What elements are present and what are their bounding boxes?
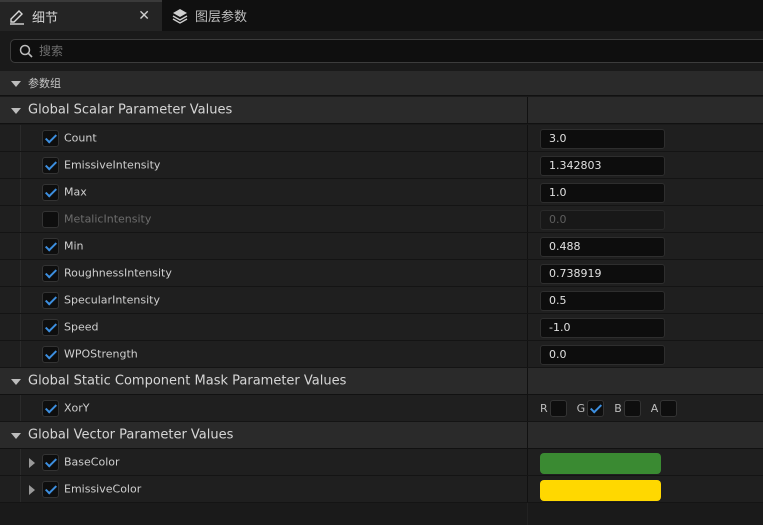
param-enable-checkbox[interactable] <box>42 291 59 309</box>
search-icon <box>19 44 33 58</box>
param-row-max: Max 1.0 <box>0 179 763 206</box>
param-row-metalic-intensity: MetalicIntensity 0.0 <box>0 206 763 233</box>
tab-details-label: 细节 <box>32 11 59 26</box>
category-scalar-label: Global Scalar Parameter Values <box>28 102 233 118</box>
param-row-speed: Speed -1.0 <box>0 314 763 341</box>
category-vector-label: Global Vector Parameter Values <box>28 427 234 443</box>
param-enable-checkbox[interactable] <box>42 210 59 228</box>
param-name: Count <box>64 131 97 145</box>
channel-g[interactable]: G <box>576 399 605 417</box>
param-row-min: Min 0.488 <box>0 233 763 260</box>
param-value-input[interactable]: 0.488 <box>540 236 665 257</box>
category-component-mask[interactable]: Global Static Component Mask Parameter V… <box>0 368 763 395</box>
empty-area <box>0 503 763 525</box>
color-swatch[interactable] <box>540 479 661 501</box>
param-value-input[interactable]: 0.738919 <box>540 263 665 284</box>
channel-b[interactable]: B <box>614 399 641 417</box>
param-enable-checkbox[interactable] <box>42 156 59 174</box>
expand-arrow-icon[interactable] <box>29 484 35 495</box>
pencil-icon <box>10 9 24 25</box>
channel-label: B <box>614 401 622 415</box>
channel-checkbox[interactable] <box>660 399 678 417</box>
collapse-arrow-icon[interactable] <box>11 80 21 87</box>
tab-layer-parameters[interactable]: 图层参数 <box>163 0 313 31</box>
collapse-arrow-icon[interactable] <box>11 107 21 114</box>
param-name: Max <box>64 185 87 199</box>
param-enable-checkbox[interactable] <box>42 345 59 363</box>
param-enable-checkbox[interactable] <box>42 318 59 336</box>
param-enable-checkbox[interactable] <box>42 264 59 282</box>
tab-layer-parameters-label: 图层参数 <box>195 10 248 25</box>
collapse-arrow-icon[interactable] <box>11 378 21 385</box>
param-name: BaseColor <box>64 455 120 469</box>
search-input[interactable] <box>39 44 719 58</box>
param-value-input[interactable]: 3.0 <box>540 128 665 149</box>
param-name: Speed <box>64 320 99 334</box>
param-enable-checkbox[interactable] <box>42 237 59 255</box>
channel-checkbox[interactable] <box>549 399 567 417</box>
param-row-specular-intensity: SpecularIntensity 0.5 <box>0 287 763 314</box>
param-value-input[interactable]: 1.0 <box>540 182 665 203</box>
layers-icon <box>172 8 188 24</box>
channel-checkbox[interactable] <box>623 399 641 417</box>
param-name: MetalicIntensity <box>64 212 152 226</box>
param-value-input: 0.0 <box>540 209 665 230</box>
color-swatch[interactable] <box>540 452 661 474</box>
param-value-input[interactable]: -1.0 <box>540 317 665 338</box>
param-row-roughness-intensity: RoughnessIntensity 0.738919 <box>0 260 763 287</box>
parameter-group-header[interactable]: 参数组 <box>0 71 763 96</box>
channel-a[interactable]: A <box>650 399 678 417</box>
param-name: EmissiveIntensity <box>64 158 161 172</box>
category-vector[interactable]: Global Vector Parameter Values <box>0 422 763 449</box>
component-mask-channels: R G B A <box>540 399 687 417</box>
parameter-group-label: 参数组 <box>28 77 61 90</box>
param-row-xory: XorY R G B A <box>0 395 763 422</box>
param-name: RoughnessIntensity <box>64 266 172 280</box>
param-value-input[interactable]: 1.342803 <box>540 155 665 176</box>
param-value-input[interactable]: 0.0 <box>540 344 665 365</box>
param-enable-checkbox[interactable] <box>42 480 59 498</box>
collapse-arrow-icon[interactable] <box>11 432 21 439</box>
param-name: EmissiveColor <box>64 482 142 496</box>
param-row-wpo-strength: WPOStrength 0.0 <box>0 341 763 368</box>
param-enable-checkbox[interactable] <box>42 399 59 417</box>
channel-label: A <box>650 401 659 415</box>
param-enable-checkbox[interactable] <box>42 453 59 471</box>
param-name: SpecularIntensity <box>64 293 160 307</box>
param-name: Min <box>64 239 84 253</box>
details-panel: 参数组 Global Scalar Parameter Values Count… <box>0 31 763 525</box>
channel-label: R <box>540 401 548 415</box>
close-icon[interactable]: ✕ <box>138 8 150 24</box>
param-row-emissive-color: EmissiveColor <box>0 476 763 503</box>
channel-r[interactable]: R <box>540 399 567 417</box>
param-enable-checkbox[interactable] <box>42 183 59 201</box>
param-name: WPOStrength <box>64 347 138 361</box>
category-component-mask-label: Global Static Component Mask Parameter V… <box>28 373 347 389</box>
param-row-count: Count 3.0 <box>0 125 763 152</box>
param-name: XorY <box>64 401 90 415</box>
param-enable-checkbox[interactable] <box>42 129 59 147</box>
category-scalar[interactable]: Global Scalar Parameter Values <box>0 97 763 124</box>
tab-bar: 细节 ✕ 图层参数 <box>0 0 763 31</box>
param-value-input[interactable]: 0.5 <box>540 290 665 311</box>
search-bar[interactable] <box>10 39 763 63</box>
tab-details[interactable]: 细节 ✕ <box>0 0 162 31</box>
channel-label: G <box>576 401 586 415</box>
param-row-emissive-intensity: EmissiveIntensity 1.342803 <box>0 152 763 179</box>
param-row-base-color: BaseColor <box>0 449 763 476</box>
channel-checkbox[interactable] <box>587 399 605 417</box>
expand-arrow-icon[interactable] <box>29 457 35 468</box>
